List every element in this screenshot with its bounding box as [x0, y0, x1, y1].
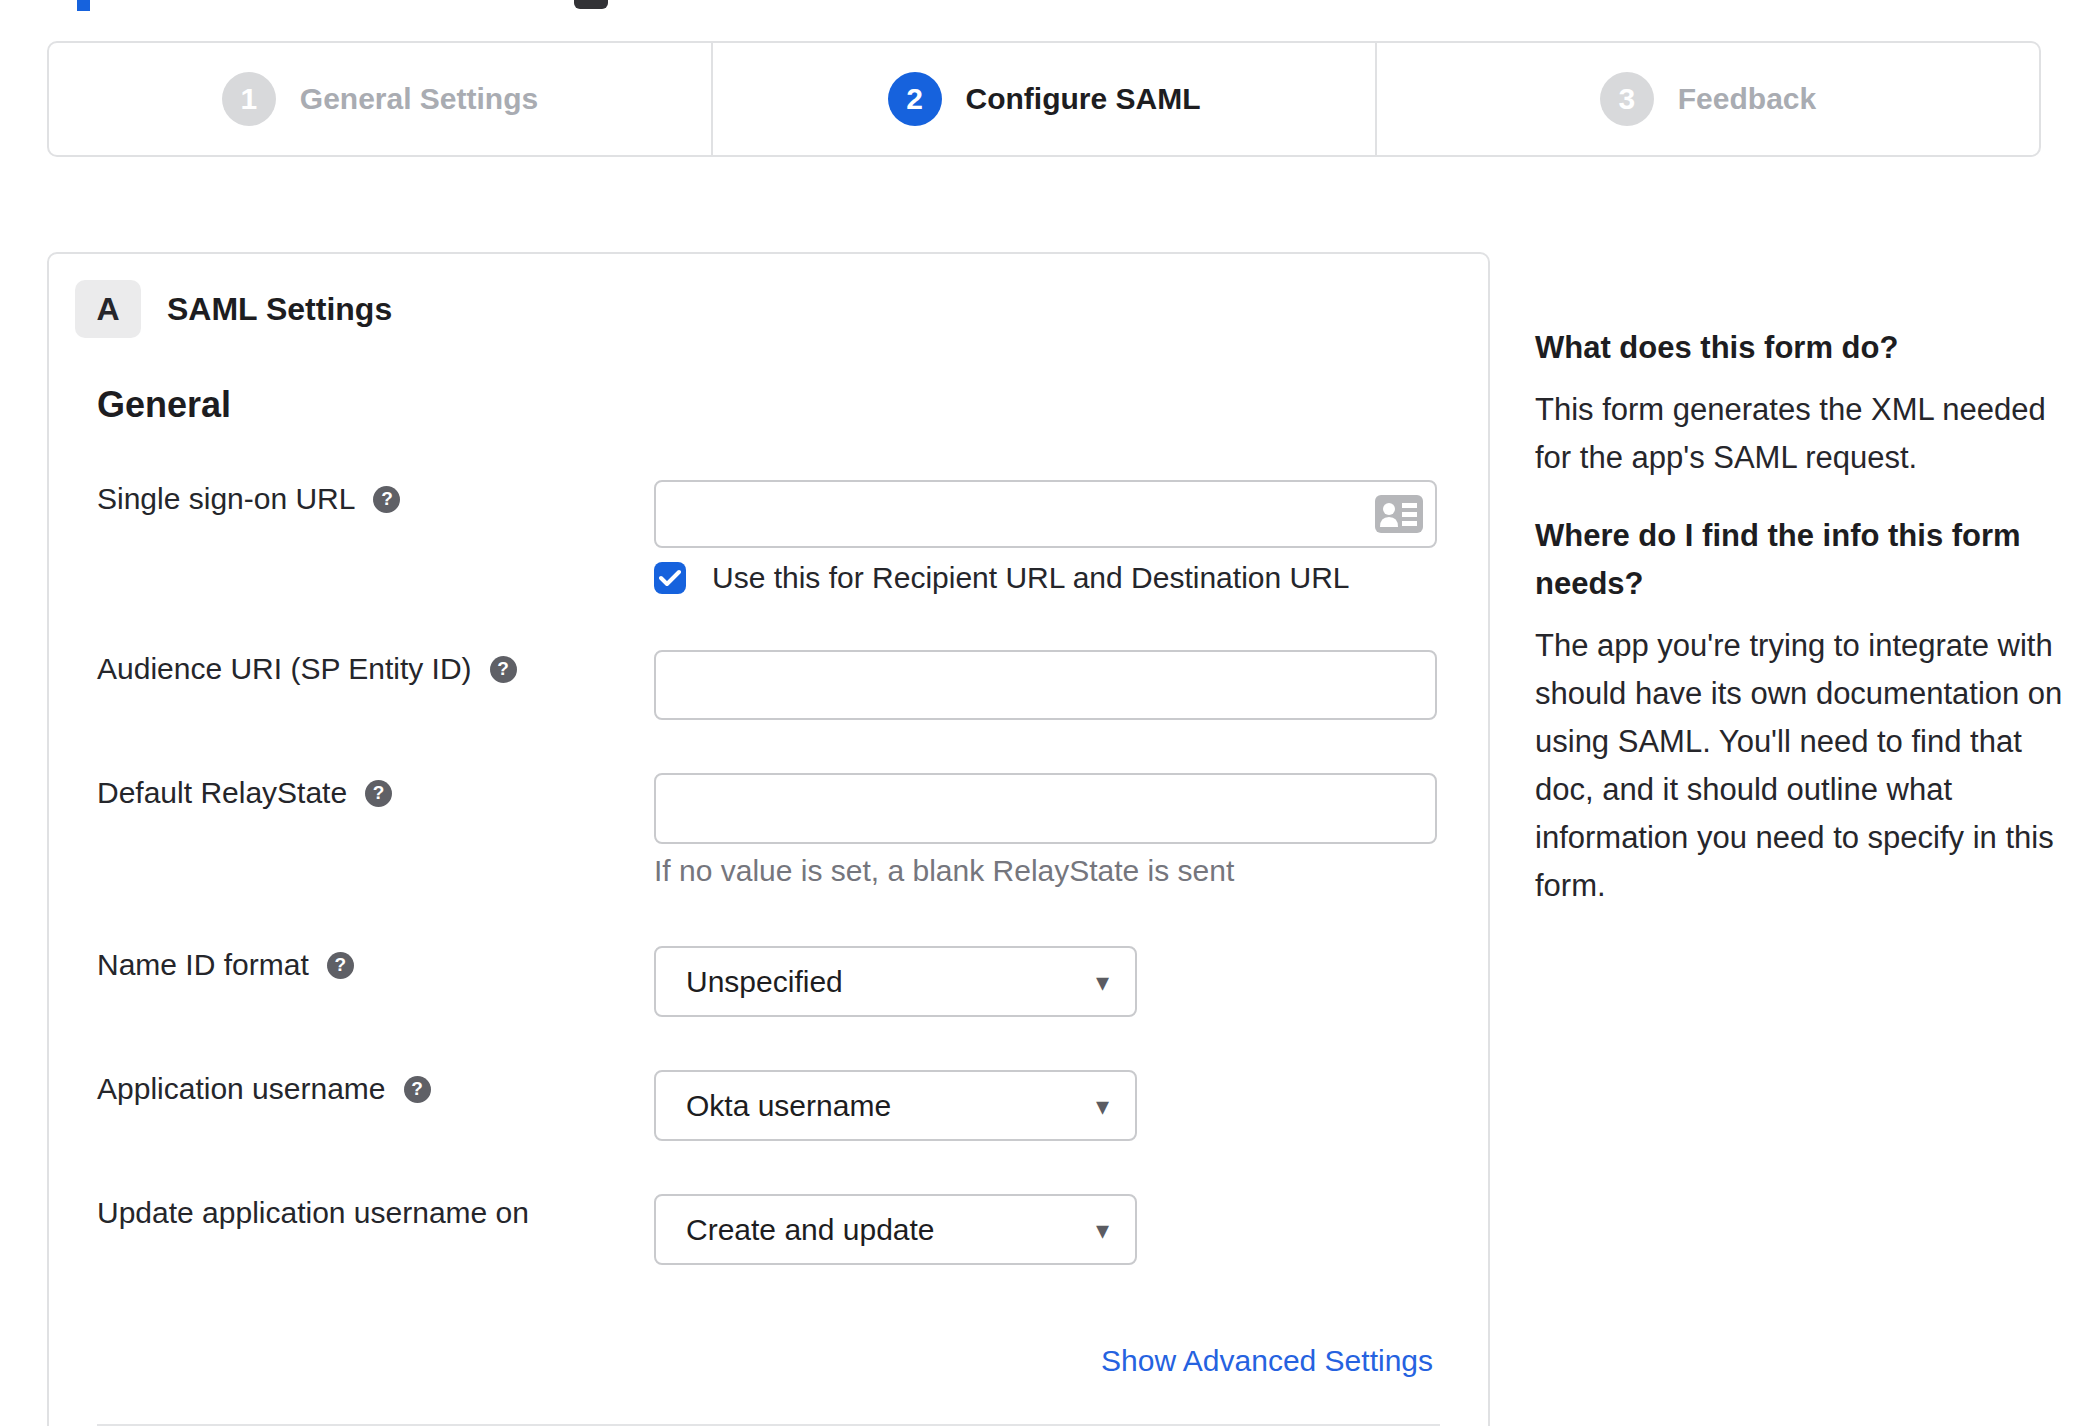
show-advanced-settings-link[interactable]: Show Advanced Settings [1101, 1344, 1433, 1378]
sso-url-input-wrap [654, 480, 1437, 548]
audience-uri-input[interactable] [654, 650, 1437, 720]
update-username-label-text: Update application username on [97, 1196, 529, 1230]
step-feedback[interactable]: 3 Feedback [1377, 43, 2039, 155]
cropped-app-icon-fragment [574, 0, 608, 9]
update-username-label: Update application username on [97, 1191, 529, 1235]
audience-uri-label: Audience URI (SP Entity ID) ? [97, 647, 517, 691]
sidebar-question-2: Where do I find the info this form needs… [1535, 512, 2070, 608]
panel-title: SAML Settings [167, 280, 392, 338]
sso-url-input[interactable] [654, 480, 1437, 548]
check-icon [659, 569, 681, 587]
caret-down-icon: ▾ [1096, 966, 1109, 997]
relay-state-label-text: Default RelayState [97, 776, 347, 810]
update-username-value: Create and update [686, 1213, 935, 1247]
step-2-number: 2 [888, 72, 942, 126]
cropped-header-logo-fragment [77, 0, 90, 11]
recipient-url-checkbox-label: Use this for Recipient URL and Destinati… [712, 561, 1350, 595]
application-username-select[interactable]: Okta username ▾ [654, 1070, 1137, 1141]
sso-url-label-text: Single sign-on URL [97, 482, 355, 516]
help-icon[interactable]: ? [373, 486, 400, 513]
step-3-label: Feedback [1678, 82, 1816, 116]
saml-settings-panel: A SAML Settings General Single sign-on U… [47, 252, 1490, 1426]
section-a-badge: A [75, 280, 141, 338]
caret-down-icon: ▾ [1096, 1214, 1109, 1245]
name-id-format-label-text: Name ID format [97, 948, 309, 982]
help-icon[interactable]: ? [404, 1076, 431, 1103]
update-username-select[interactable]: Create and update ▾ [654, 1194, 1137, 1265]
sso-checkbox-row: Use this for Recipient URL and Destinati… [654, 561, 1350, 595]
sidebar-answer-1: This form generates the XML needed for t… [1535, 386, 2070, 482]
relay-state-input-wrap [654, 773, 1437, 844]
help-icon[interactable]: ? [327, 952, 354, 979]
step-1-label: General Settings [300, 82, 538, 116]
name-id-format-value: Unspecified [686, 965, 843, 999]
step-1-number: 1 [222, 72, 276, 126]
audience-uri-input-wrap [654, 650, 1437, 720]
step-3-number: 3 [1600, 72, 1654, 126]
audience-uri-label-text: Audience URI (SP Entity ID) [97, 652, 472, 686]
sidebar-answer-2: The app you're trying to integrate with … [1535, 622, 2070, 910]
name-id-format-select[interactable]: Unspecified ▾ [654, 946, 1137, 1017]
caret-down-icon: ▾ [1096, 1090, 1109, 1121]
step-2-label: Configure SAML [966, 82, 1201, 116]
general-section-heading: General [97, 384, 231, 426]
recipient-url-checkbox[interactable] [654, 562, 686, 594]
help-icon[interactable]: ? [365, 780, 392, 807]
relay-state-label: Default RelayState ? [97, 771, 392, 815]
help-icon[interactable]: ? [490, 656, 517, 683]
help-sidebar: What does this form do? This form genera… [1535, 324, 2070, 910]
name-id-format-label: Name ID format ? [97, 943, 354, 987]
sidebar-question-1: What does this form do? [1535, 324, 2070, 372]
application-username-label: Application username ? [97, 1067, 431, 1111]
sso-url-label: Single sign-on URL ? [97, 477, 400, 521]
contact-card-icon [1375, 495, 1423, 533]
relay-state-input[interactable] [654, 773, 1437, 844]
application-username-value: Okta username [686, 1089, 891, 1123]
wizard-stepper: 1 General Settings 2 Configure SAML 3 Fe… [47, 41, 2041, 157]
step-configure-saml[interactable]: 2 Configure SAML [713, 43, 1377, 155]
step-general-settings[interactable]: 1 General Settings [49, 43, 713, 155]
relay-state-hint: If no value is set, a blank RelayState i… [654, 854, 1234, 888]
application-username-label-text: Application username [97, 1072, 386, 1106]
